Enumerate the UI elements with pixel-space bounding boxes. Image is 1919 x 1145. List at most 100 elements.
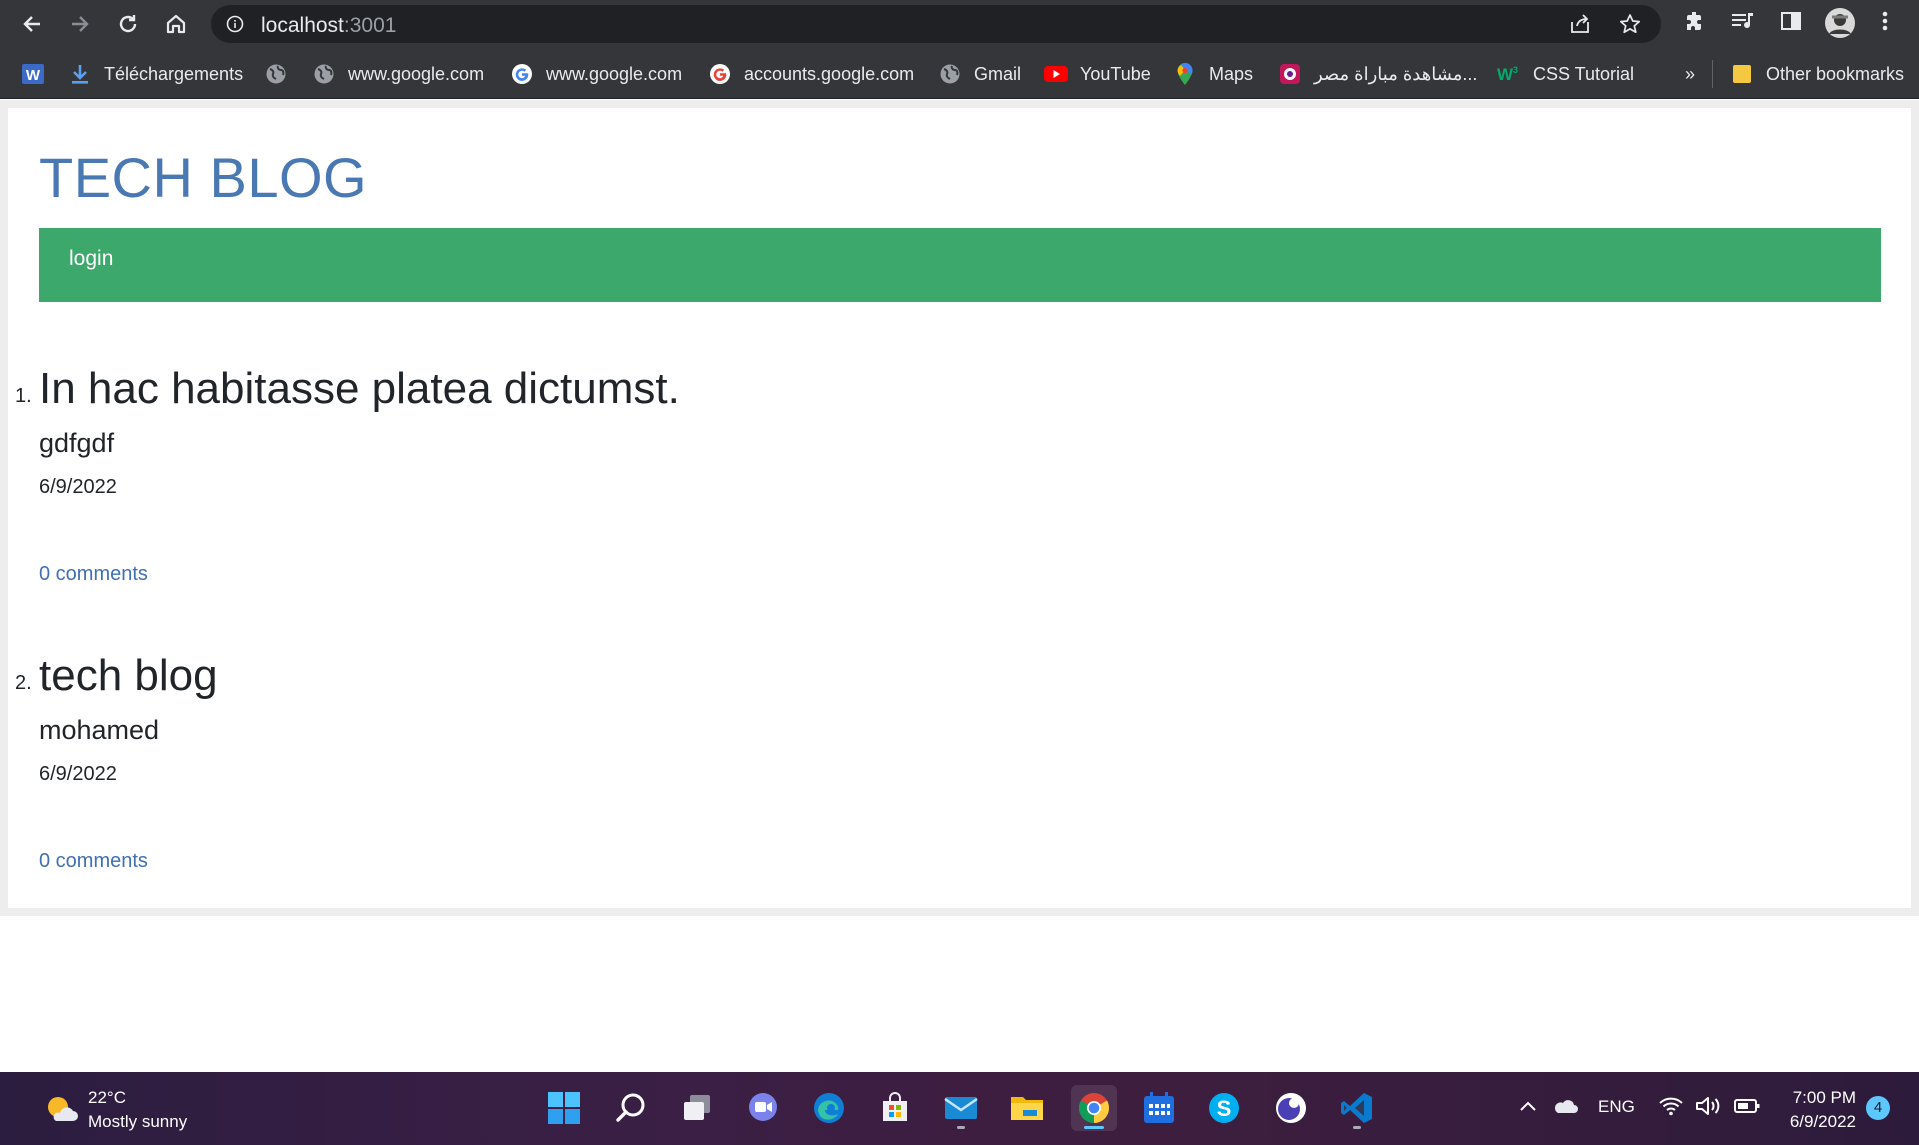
post-date: 6/9/2022 [39,476,117,498]
more-bookmarks-button[interactable]: » [1685,61,1695,87]
teams-chat-button[interactable] [740,1085,786,1131]
bookmark-label: Téléchargements [104,63,244,84]
post-title[interactable]: In hac habitasse platea dictumst. [39,364,680,414]
windows-start-icon [548,1092,580,1124]
url-host: localhost [261,14,344,37]
calendar-button[interactable] [1136,1085,1182,1131]
bookmark-accounts-google[interactable]: accounts.google.com [708,61,914,87]
edge-button[interactable] [806,1085,852,1131]
comments-link[interactable]: 0 comments [39,850,148,873]
post-number: 1. [15,385,32,407]
bookmark-word[interactable]: W [21,61,45,87]
reload-button[interactable] [112,8,144,40]
calendar-icon [1144,1092,1174,1123]
side-panel-icon[interactable] [1779,9,1803,38]
skype-button[interactable]: S [1201,1085,1247,1131]
google-icon [708,62,732,86]
download-icon [68,62,92,86]
forward-button[interactable] [64,8,96,40]
bookmark-label: www.google.com [546,63,683,84]
language-indicator[interactable]: ENG [1598,1097,1635,1117]
navbar: login [39,228,1881,302]
bookmark-css-tutorial[interactable]: W3 CSS Tutorial [1497,61,1634,87]
menu-kebab-icon[interactable] [1879,9,1891,38]
comments-link[interactable]: 0 comments [39,563,148,586]
vscode-button[interactable] [1334,1085,1380,1131]
bookmark-label: CSS Tutorial [1533,63,1635,84]
bookmark-telechargements[interactable]: Téléchargements [68,61,243,87]
task-view-button[interactable] [674,1085,720,1131]
youtube-icon [1044,62,1068,86]
extensions-icon[interactable] [1683,9,1707,38]
bookmark-gmail[interactable]: Gmail [938,61,1021,87]
back-button[interactable] [16,8,48,40]
page-content: TECH BLOG login 1. In hac habitasse plat… [8,108,1911,908]
app-button[interactable] [1268,1085,1314,1131]
bookmark-label: Maps [1209,63,1254,84]
globe-icon [264,62,288,86]
vscode-icon [1341,1093,1372,1123]
folder-icon [1730,62,1754,86]
search-button[interactable] [608,1085,654,1131]
wifi-icon[interactable] [1658,1095,1684,1122]
post-author: mohamed [39,715,160,745]
weather-sun-cloud-icon[interactable] [44,1094,78,1129]
url-text: localhost:3001 [261,14,396,38]
reload-icon [119,15,137,33]
share-icon[interactable] [1569,14,1591,39]
word-icon: W [21,62,45,86]
bookmark-label: www.google.com [348,63,485,84]
svg-text:W: W [1497,65,1514,84]
weather-temperature[interactable]: 22°C [88,1088,126,1108]
microsoft-store-button[interactable] [872,1085,918,1131]
browser-toolbar: localhost:3001 [0,0,1919,49]
url-port: :3001 [343,14,397,37]
chrome-button[interactable] [1071,1085,1117,1131]
active-indicator [1084,1126,1104,1129]
post-date: 6/9/2022 [39,763,117,785]
taskbar: 22°C Mostly sunny S ENG 7:00 PM 6/9/2022… [0,1072,1919,1145]
clock-time[interactable]: 7:00 PM [1790,1088,1856,1108]
onedrive-cloud-icon[interactable] [1552,1096,1578,1121]
task-view-icon [684,1095,710,1120]
clock-date[interactable]: 6/9/2022 [1778,1112,1856,1132]
bookmark-youtube[interactable]: YouTube [1044,61,1151,87]
mail-button[interactable] [938,1085,984,1131]
bookmarks-separator [1712,60,1713,88]
site-info-icon[interactable] [226,15,244,38]
svg-text:3: 3 [1513,65,1518,75]
mail-icon [944,1097,978,1119]
google-icon [510,62,534,86]
other-bookmarks-folder[interactable]: Other bookmarks [1730,61,1904,87]
home-icon [166,14,186,34]
site-icon [1278,62,1302,86]
running-indicator [1353,1126,1361,1129]
weather-description[interactable]: Mostly sunny [88,1112,187,1132]
svg-text:S: S [1217,1096,1232,1121]
bookmark-maps[interactable]: Maps [1173,61,1253,87]
bookmark-label: accounts.google.com [744,63,915,84]
post-number: 2. [15,672,32,694]
media-controls-icon[interactable] [1730,9,1756,38]
battery-icon[interactable] [1733,1096,1761,1121]
notification-badge[interactable]: 4 [1866,1096,1890,1120]
bookmark-star-icon[interactable] [1619,13,1641,40]
show-hidden-icons-chevron-icon[interactable] [1518,1096,1538,1121]
profile-avatar[interactable] [1824,7,1856,44]
skype-icon: S [1209,1093,1239,1123]
bookmark-globe[interactable] [264,61,288,87]
address-bar[interactable]: localhost:3001 [211,5,1661,43]
home-button[interactable] [160,8,192,40]
bookmark-google-1[interactable]: www.google.com [312,61,484,87]
login-link[interactable]: login [69,247,113,271]
post-title[interactable]: tech blog [39,651,218,701]
bookmark-label: مشاهدة مباراة مصر... [1314,63,1478,84]
running-indicator [957,1126,965,1129]
bookmark-google-2[interactable]: www.google.com [510,61,682,87]
app-icon [1276,1093,1306,1123]
file-explorer-button[interactable] [1004,1085,1050,1131]
bookmark-arabic-site[interactable]: مشاهدة مباراة مصر... [1278,61,1477,87]
site-title[interactable]: TECH BLOG [39,150,367,206]
volume-icon[interactable] [1695,1095,1723,1122]
start-button[interactable] [541,1085,587,1131]
